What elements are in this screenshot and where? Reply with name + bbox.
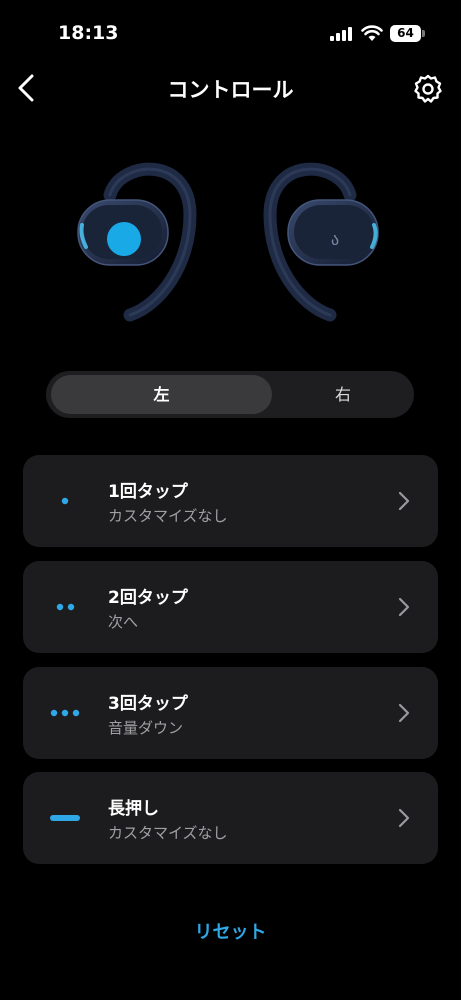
tab-left[interactable]: 左 <box>51 375 272 414</box>
chevron-right-icon <box>398 703 410 723</box>
control-action: カスタマイズなし <box>108 824 228 842</box>
double-dot-icon <box>56 603 75 611</box>
single-dot-icon <box>61 497 69 505</box>
control-title: 長押し <box>108 799 159 819</box>
cellular-signal-icon <box>330 27 352 41</box>
control-action: カスタマイズなし <box>108 507 228 525</box>
battery-indicator: 64 <box>390 25 421 42</box>
control-title: 1回タップ <box>108 482 188 502</box>
control-single-tap[interactable]: 1回タップ カスタマイズなし <box>23 455 438 547</box>
right-earbud: ა <box>263 162 379 322</box>
control-title: 3回タップ <box>108 694 188 714</box>
control-action: 次へ <box>108 613 139 631</box>
status-bar: 18:13 64 <box>0 0 461 60</box>
status-time: 18:13 <box>58 22 119 44</box>
chevron-right-icon <box>398 491 410 511</box>
chevron-right-icon <box>398 597 410 617</box>
touch-area-indicator <box>107 222 141 256</box>
chevron-right-icon <box>398 808 410 828</box>
tab-right[interactable]: 右 <box>277 375 409 414</box>
control-action: 音量ダウン <box>108 719 184 737</box>
reset-row: リセット <box>0 918 461 944</box>
earbuds-illustration: ა <box>77 162 379 322</box>
long-press-bar-icon <box>50 815 80 821</box>
battery-tip <box>422 30 425 37</box>
control-title: 2回タップ <box>108 588 188 608</box>
svg-text:ა: ა <box>331 230 339 249</box>
control-triple-tap[interactable]: 3回タップ 音量ダウン <box>23 667 438 759</box>
left-earbud <box>77 162 197 322</box>
reset-button[interactable]: リセット <box>195 922 267 943</box>
control-long-press[interactable]: 長押し カスタマイズなし <box>23 772 438 864</box>
control-double-tap[interactable]: 2回タップ 次へ <box>23 561 438 653</box>
wifi-icon <box>361 25 383 41</box>
page-title: コントロール <box>167 78 294 102</box>
gear-icon[interactable] <box>411 72 445 106</box>
left-right-selector: 左 右 <box>46 371 414 418</box>
triple-dot-icon <box>50 709 80 717</box>
